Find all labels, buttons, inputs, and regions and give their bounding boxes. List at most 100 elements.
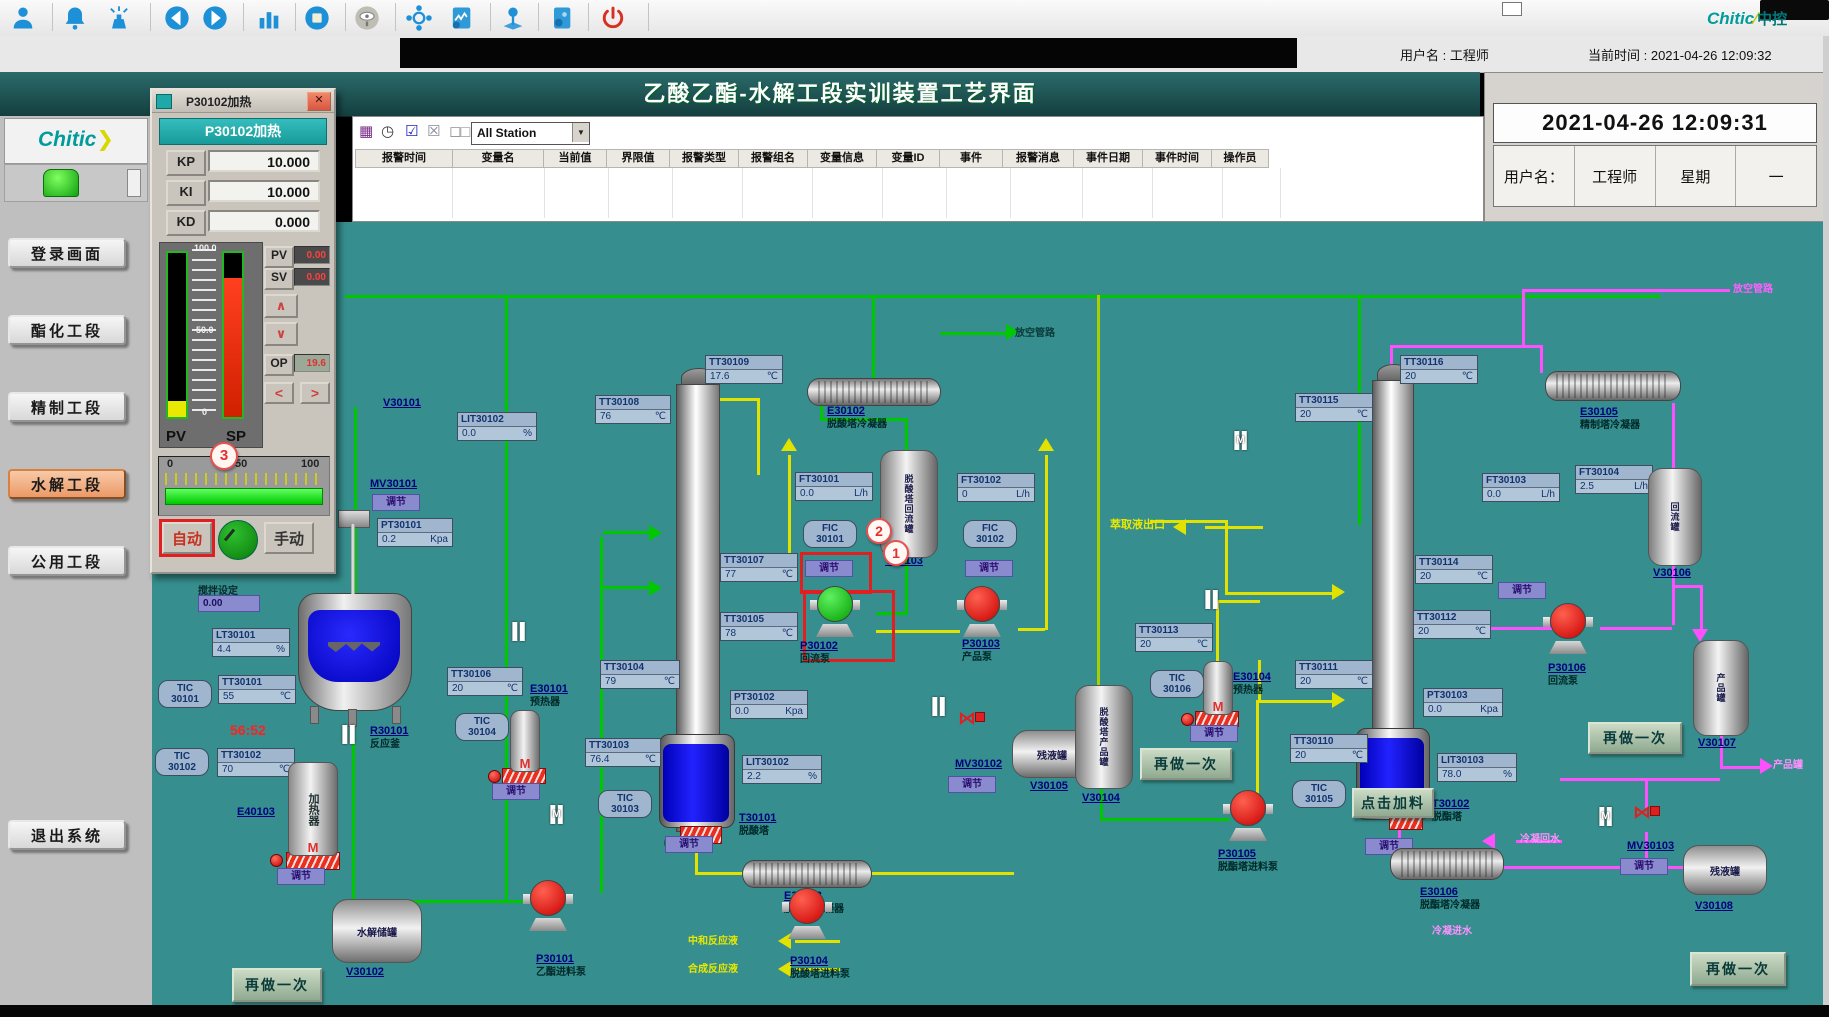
op-slider-panel[interactable]: 0 50 100 — [158, 456, 330, 516]
op-left-button[interactable]: < — [264, 382, 294, 404]
action-button[interactable]: 点击加料 — [1352, 788, 1434, 818]
equipment-label-v30102[interactable]: V30102 — [346, 966, 384, 978]
sidebar-item-6[interactable]: 退出系统 — [8, 820, 126, 850]
nav-forward-icon[interactable] — [200, 3, 230, 33]
network-gear-icon[interactable] — [404, 3, 434, 33]
user-icon[interactable] — [8, 3, 38, 33]
equipment-label-mv30103[interactable]: MV30103 — [1627, 840, 1674, 852]
clock-icon[interactable]: ◷ — [381, 123, 394, 141]
valve-icon[interactable]: Ⅱ — [510, 619, 527, 645]
auto-mode-button[interactable]: 自动 — [162, 522, 212, 554]
equipment-label-e30102[interactable]: E30102脱酸塔冷凝器 — [827, 405, 887, 431]
check-off-icon[interactable]: ☒ — [427, 123, 440, 141]
slider-green-bar[interactable] — [165, 488, 323, 505]
equipment-label-p30103[interactable]: P30103产品泵 — [962, 638, 1000, 664]
equipment-label-p30104[interactable]: P30104脱酸塔进料泵 — [790, 955, 850, 981]
equipment-label-t30102[interactable]: T30102脱酯塔 — [1432, 798, 1469, 824]
increase-button[interactable]: ∧ — [264, 294, 298, 318]
manual-mode-button[interactable]: 手动 — [264, 522, 314, 554]
alarm-col-1[interactable]: 报警时间 — [355, 149, 453, 168]
decrease-button[interactable]: ∨ — [264, 322, 298, 346]
alarm-col-11[interactable]: 事件日期 — [1074, 149, 1143, 168]
action-button[interactable]: 再做一次 — [1140, 748, 1232, 780]
ki-value[interactable]: 10.000 — [208, 180, 320, 202]
alarm-col-12[interactable]: 事件时间 — [1143, 149, 1212, 168]
op-value[interactable]: 19.6 — [294, 354, 330, 372]
valve-icon[interactable]: ⅡM — [1597, 804, 1614, 830]
bar-chart-icon[interactable] — [254, 3, 284, 33]
sv-value[interactable]: 0.00 — [294, 268, 330, 286]
station-filter-select[interactable]: All Station ▼ — [471, 122, 590, 145]
equipment-label-e30104[interactable]: E30104预热器 — [1233, 671, 1271, 697]
equipment-label-v30105[interactable]: V30105 — [1030, 780, 1068, 792]
alarm-col-4[interactable]: 界限值 — [607, 149, 670, 168]
regulate-button[interactable]: 调节 — [1498, 582, 1546, 599]
alarm-col-9[interactable]: 事件 — [940, 149, 1003, 168]
regulate-button[interactable]: 调节 — [665, 836, 713, 853]
regulate-button[interactable]: 调节 — [372, 494, 420, 511]
kp-value[interactable]: 10.000 — [208, 150, 320, 172]
action-button[interactable]: 再做一次 — [1588, 722, 1682, 754]
manual-valve-icon[interactable]: ⋈ — [1633, 804, 1651, 820]
action-button[interactable]: 再做一次 — [1690, 952, 1786, 986]
close-icon[interactable]: ✕ — [307, 92, 331, 111]
stop-icon[interactable] — [302, 3, 332, 33]
valve-icon[interactable]: Ⅱ — [930, 694, 947, 720]
alarm-col-7[interactable]: 变量信息 — [808, 149, 877, 168]
unlock-icon[interactable]: ◻ — [459, 123, 471, 141]
equipment-label-p30106[interactable]: P30106回流泵 — [1548, 662, 1586, 688]
eye-disabled-icon[interactable] — [352, 3, 382, 33]
sidebar-item-3[interactable]: 精制工段 — [8, 392, 126, 422]
alarm-col-8[interactable]: 变量ID — [877, 149, 940, 168]
equipment-label-r30101[interactable]: R30101反应釜 — [370, 725, 409, 751]
equipment-label-e30105[interactable]: E30105精制塔冷凝器 — [1580, 406, 1640, 432]
mode-knob[interactable] — [218, 520, 258, 560]
system-config-icon[interactable] — [546, 3, 576, 33]
valve-icon[interactable]: ⅡM — [548, 802, 565, 828]
regulate-button[interactable]: 调节 — [948, 776, 996, 793]
kd-value[interactable]: 0.000 — [208, 210, 320, 232]
op-right-button[interactable]: > — [300, 382, 330, 404]
stir-setpoint-value[interactable]: 0.00 — [198, 595, 260, 612]
alarm-col-2[interactable]: 变量名 — [453, 149, 544, 168]
pump-stopped[interactable] — [962, 586, 1002, 640]
equipment-label-v30104[interactable]: V30104 — [1082, 792, 1120, 804]
sidebar-item-1[interactable]: 登录画面 — [8, 238, 126, 268]
valve-icon[interactable]: Ⅱ — [340, 722, 357, 748]
equipment-label-mv30102[interactable]: MV30102 — [955, 758, 1002, 770]
equipment-label-v30107[interactable]: V30107 — [1698, 737, 1736, 749]
nav-back-icon[interactable] — [162, 3, 192, 33]
pump-stopped[interactable] — [787, 888, 827, 942]
pump-stopped[interactable] — [1548, 603, 1588, 657]
valve-icon[interactable]: ⅡM — [1232, 428, 1249, 454]
trend-config-icon[interactable] — [446, 3, 476, 33]
manual-valve-icon[interactable]: ⋈ — [958, 710, 976, 726]
equipment-label-e30106[interactable]: E30106脱酯塔冷凝器 — [1420, 886, 1480, 912]
regulate-button[interactable]: 调节 — [277, 868, 325, 885]
pump-stopped[interactable] — [1228, 790, 1268, 844]
sidebar-item-4[interactable]: 水解工段 — [8, 469, 126, 499]
regulate-button[interactable]: 调节 — [492, 783, 540, 800]
grid-icon[interactable]: ▦ — [359, 123, 373, 141]
alarm-beacon-icon[interactable] — [104, 3, 134, 33]
alarm-col-6[interactable]: 报警组名 — [739, 149, 808, 168]
equipment-label-v30108[interactable]: V30108 — [1695, 900, 1733, 912]
equipment-label-p30102[interactable]: P30102回流泵 — [800, 640, 838, 666]
regulate-button[interactable]: 调节 — [805, 560, 853, 577]
regulate-button[interactable]: 调节 — [965, 560, 1013, 577]
pump-running[interactable] — [815, 586, 855, 640]
sidebar-item-5[interactable]: 公用工段 — [8, 546, 126, 576]
dialog-title-bar[interactable]: P30102加热 ✕ — [152, 90, 334, 113]
valve-icon[interactable]: Ⅱ — [1203, 587, 1220, 613]
alarm-col-13[interactable]: 操作员 — [1212, 149, 1269, 168]
check-on-icon[interactable]: ☑ — [405, 123, 418, 141]
equipment-label-p30105[interactable]: P30105脱酯塔进料泵 — [1218, 848, 1278, 874]
pin-icon[interactable] — [498, 3, 528, 33]
alarm-col-10[interactable]: 报警消息 — [1003, 149, 1074, 168]
alarm-col-5[interactable]: 报警类型 — [670, 149, 739, 168]
pump-stopped[interactable] — [528, 880, 568, 934]
equipment-label-t30101[interactable]: T30101脱酸塔 — [739, 812, 776, 838]
alarm-col-3[interactable]: 当前值 — [544, 149, 607, 168]
equipment-label-v30106[interactable]: V30106 — [1653, 567, 1691, 579]
regulate-button[interactable]: 调节 — [1190, 725, 1238, 742]
